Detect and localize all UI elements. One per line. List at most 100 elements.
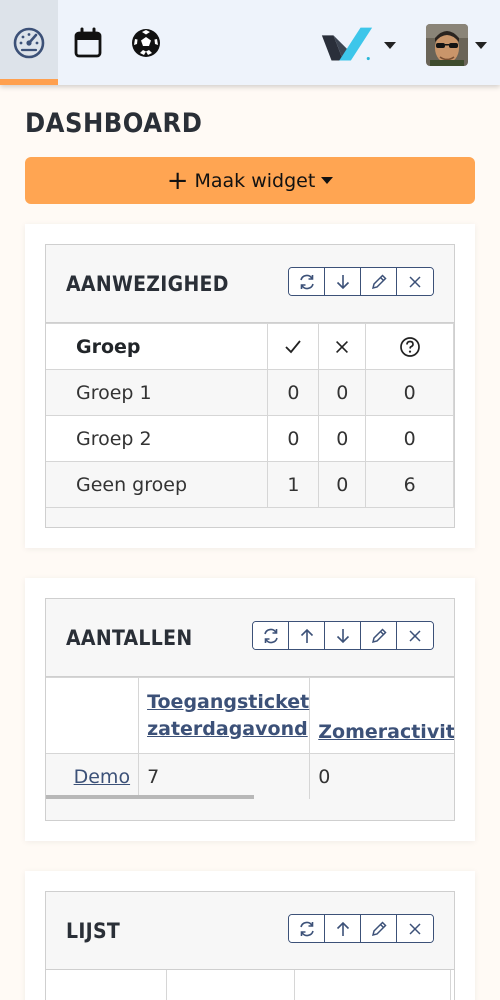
chevron-down-icon [321, 177, 334, 184]
widget-header: AANTALLEN [46, 599, 454, 677]
group-cell: Geen groep [46, 461, 269, 508]
group-cell: Groep 1 [46, 369, 269, 416]
unknown-count: 0 [365, 369, 454, 416]
widget-title: AANWEZIGHED [66, 272, 229, 296]
unknown-count: 0 [365, 415, 454, 462]
nav-tab-dashboard[interactable] [0, 0, 58, 85]
widget-lijst: LIJST [45, 891, 455, 1000]
refresh-icon [263, 628, 278, 643]
column-header-group: Groep [46, 323, 269, 370]
widget-card-aantallen: AANTALLEN Toegangsticket zaterdagavond Z… [25, 578, 475, 841]
question-circle-icon [399, 336, 420, 357]
edit-button[interactable] [361, 622, 397, 649]
table-row: Demo 7 0 [46, 753, 454, 799]
present-count: 0 [267, 369, 320, 416]
column-header-empty [46, 677, 140, 754]
column-divider [166, 970, 167, 1000]
row-link-demo[interactable]: Demo [74, 766, 130, 788]
refresh-icon [299, 921, 314, 936]
widget-card-lijst: LIJST [25, 871, 475, 1000]
nav-tab-sport[interactable] [117, 0, 175, 85]
column-header-present [267, 323, 320, 370]
widget-toolbar [252, 621, 434, 650]
remove-button[interactable] [397, 268, 433, 295]
widget-toolbar [288, 267, 434, 296]
nav-tab-calendar[interactable] [59, 0, 117, 85]
unknown-count: 6 [365, 461, 454, 508]
table-header-row: Groep [46, 323, 454, 370]
pencil-icon [371, 920, 387, 936]
top-navigation [0, 0, 500, 85]
widget-header: LIJST [46, 892, 454, 970]
plus-icon: + [166, 165, 189, 196]
move-up-button[interactable] [289, 622, 325, 649]
list-table [46, 970, 454, 1000]
widget-aantallen: AANTALLEN Toegangsticket zaterdagavond Z… [45, 598, 455, 821]
widget-header: AANWEZIGHED [46, 245, 454, 323]
present-count: 1 [267, 461, 320, 508]
horizontal-scrollbar[interactable] [46, 795, 254, 799]
refresh-icon [299, 274, 314, 289]
absent-count: 0 [318, 369, 367, 416]
group-cell: Groep 2 [46, 415, 269, 462]
close-icon [409, 275, 421, 288]
count-cell: 7 [138, 753, 311, 799]
pencil-icon [371, 627, 387, 643]
edit-button[interactable] [361, 268, 397, 295]
arrow-down-icon [336, 628, 349, 643]
column-header-zomeractiviteit[interactable]: Zomeractivite [309, 677, 454, 754]
column-link[interactable]: zaterdagavond [147, 718, 308, 740]
count-cell: 0 [309, 753, 454, 799]
check-icon [285, 340, 302, 354]
page-title: DASHBOARD [25, 108, 203, 139]
widget-title: LIJST [66, 919, 121, 943]
pencil-icon [371, 273, 387, 289]
column-link[interactable]: Zomeractivite [318, 721, 454, 743]
widget-title: AANTALLEN [66, 626, 193, 650]
gauge-icon [13, 27, 45, 58]
arrow-up-icon [300, 628, 313, 643]
calendar-icon [74, 27, 102, 57]
edit-button[interactable] [361, 915, 397, 942]
table-row: Groep 2 0 0 0 [46, 415, 454, 462]
remove-button[interactable] [397, 915, 433, 942]
close-icon [409, 922, 421, 935]
widget-aanwezigheid: AANWEZIGHED Groep Groep 1 0 0 0 Groep 2 … [45, 244, 455, 528]
make-widget-button[interactable]: + Maak widget [25, 157, 475, 204]
close-icon [409, 629, 421, 642]
brand-logo-icon [321, 27, 373, 61]
arrow-down-icon [336, 274, 349, 289]
user-menu[interactable] [426, 24, 488, 66]
refresh-button[interactable] [289, 268, 325, 295]
brand-menu[interactable] [318, 24, 402, 66]
chevron-down-icon [384, 41, 396, 49]
column-divider [450, 970, 451, 1000]
absent-count: 0 [318, 415, 367, 462]
move-down-button[interactable] [325, 268, 361, 295]
row-label-cell: Demo [46, 753, 140, 799]
chevron-down-icon [475, 41, 487, 49]
refresh-button[interactable] [289, 915, 325, 942]
make-widget-label: Maak widget [194, 169, 316, 192]
absent-count: 0 [318, 461, 367, 508]
move-down-button[interactable] [325, 622, 361, 649]
attendance-table: Groep Groep 1 0 0 0 Groep 2 0 0 0 Geen g… [46, 323, 454, 508]
column-header-absent [318, 323, 367, 370]
widget-toolbar [288, 914, 434, 943]
column-header-toegangsticket[interactable]: Toegangsticket zaterdagavond [138, 677, 311, 754]
refresh-button[interactable] [253, 622, 289, 649]
table-header-row: Toegangsticket zaterdagavond Zomeractivi… [46, 677, 454, 754]
present-count: 0 [267, 415, 320, 462]
avatar [426, 24, 468, 66]
column-link[interactable]: Toegangsticket [147, 691, 309, 713]
remove-button[interactable] [397, 622, 433, 649]
table-row: Geen groep 1 0 6 [46, 461, 454, 508]
arrow-up-icon [336, 921, 349, 936]
column-header-unknown [365, 323, 454, 370]
counts-table: Toegangsticket zaterdagavond Zomeractivi… [46, 677, 454, 799]
widget-card-aanwezigheid: AANWEZIGHED Groep Groep 1 0 0 0 Groep 2 … [25, 224, 475, 548]
x-icon [336, 341, 349, 353]
table-row: Groep 1 0 0 0 [46, 369, 454, 416]
move-up-button[interactable] [325, 915, 361, 942]
counts-table-scroll[interactable]: Toegangsticket zaterdagavond Zomeractivi… [46, 677, 454, 799]
